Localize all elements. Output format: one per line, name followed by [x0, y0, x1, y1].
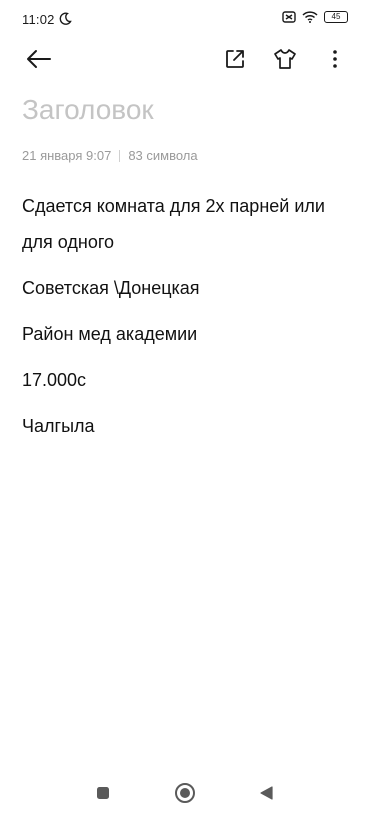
- square-icon: [97, 787, 109, 799]
- share-button[interactable]: [220, 44, 250, 74]
- nav-back-button[interactable]: [252, 778, 282, 808]
- status-icons: 45: [282, 11, 348, 23]
- sim-off-icon: [282, 11, 296, 23]
- back-button[interactable]: [24, 44, 54, 74]
- note-paragraph: Чалгыла: [22, 416, 95, 436]
- share-external-icon: [226, 50, 244, 68]
- more-vertical-icon: [333, 50, 337, 68]
- moon-icon: [59, 12, 72, 25]
- status-bar: 11:02 45: [0, 0, 370, 40]
- toolbar: [0, 40, 370, 76]
- tshirt-icon: [274, 49, 296, 69]
- note-title-input[interactable]: Заголовок: [22, 94, 154, 126]
- status-time: 11:02: [22, 12, 55, 27]
- more-button[interactable]: [320, 44, 350, 74]
- note-meta: 21 января 9:07 83 символа: [22, 148, 198, 163]
- home-button[interactable]: [170, 778, 200, 808]
- note-body[interactable]: Сдается комната для 2х парней или для од…: [22, 188, 352, 454]
- note-paragraph: Район мед академии: [22, 324, 198, 344]
- battery-indicator: 45: [324, 11, 348, 23]
- note-paragraph: Советская \Донецкая: [22, 278, 200, 298]
- triangle-back-icon: [260, 786, 273, 800]
- notes-screen: 11:02 45 Заголовок 21 января 9:07 83 сим…: [0, 0, 370, 822]
- arrow-left-icon: [27, 50, 51, 68]
- note-date: 21 января 9:07: [22, 148, 112, 163]
- circle-icon: [175, 783, 195, 803]
- recent-apps-button[interactable]: [88, 778, 118, 808]
- theme-button[interactable]: [270, 44, 300, 74]
- wifi-icon: [302, 11, 318, 23]
- note-paragraph: 17.000с: [22, 370, 87, 390]
- note-paragraph: Сдается комната для 2х парней или для од…: [22, 196, 325, 252]
- note-char-count: 83 символа: [128, 148, 198, 163]
- meta-divider: [119, 149, 121, 162]
- system-nav-bar: [0, 766, 370, 822]
